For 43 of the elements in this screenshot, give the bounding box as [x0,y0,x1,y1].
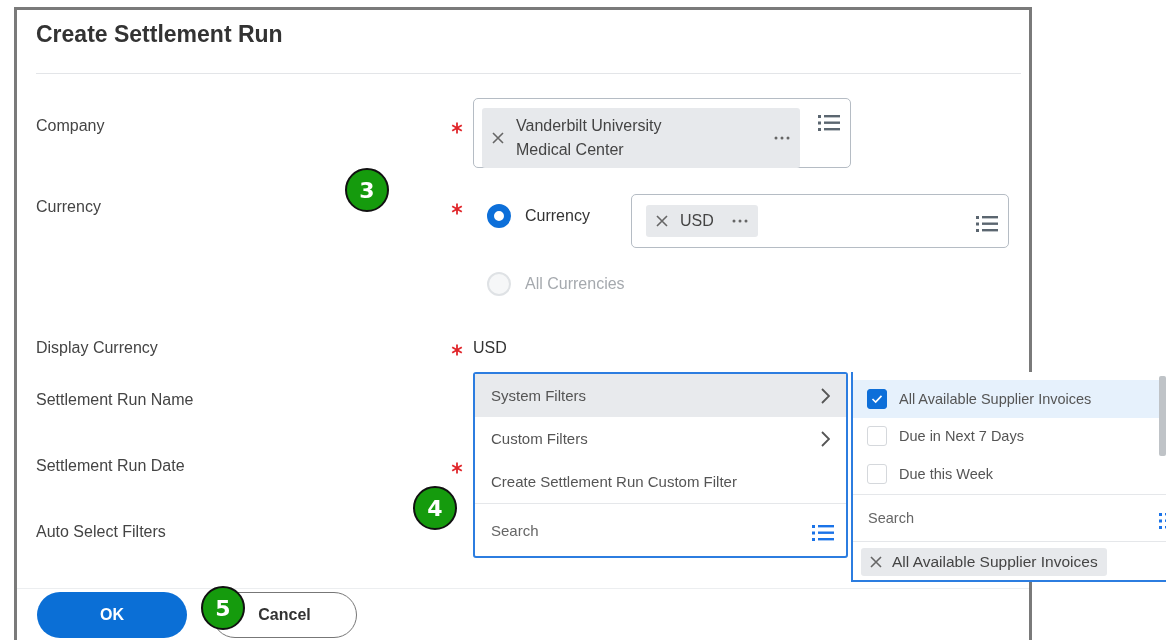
option-label: Due in Next 7 Days [899,428,1024,445]
search-field[interactable]: Search [868,510,1118,526]
field-label: Settlement Run Name [36,390,195,410]
ok-button[interactable]: OK [37,592,187,638]
list-icon[interactable] [976,215,998,233]
menu-item[interactable]: Custom Filters [475,417,846,460]
token-text: USD [680,211,714,231]
chevron-right-icon [820,387,830,404]
currency-field[interactable]: USD [631,194,1009,248]
option-label: All Available Supplier Invoices [899,390,1092,407]
menu-item[interactable]: Create Settlement Run Custom Filter [475,460,846,503]
close-icon[interactable] [656,215,668,227]
scrollbar[interactable] [1159,376,1166,456]
menu-item[interactable]: System Filters [475,374,846,417]
field-value: USD [473,339,507,356]
option-label: Due this Week [899,465,994,482]
selected-token[interactable]: Vanderbilt University Medical Center [482,108,800,168]
company-field[interactable]: Vanderbilt University Medical Center [473,98,851,168]
radio-button[interactable] [487,204,511,228]
close-icon[interactable] [870,556,882,568]
radio-label: All Currencies [525,274,625,294]
step-number-tooltip: 5 [201,586,245,630]
search-field[interactable]: Search [491,521,741,539]
dialog-title: Create Settlement Run [36,20,284,49]
radio-label: Currency [525,206,591,226]
field-label: Currency [36,197,102,217]
field-label: Auto Select Filters [36,522,167,542]
list-icon[interactable] [818,114,840,132]
list-icon[interactable] [812,524,834,542]
more-icon[interactable] [731,219,748,223]
token-text: All Available Supplier Invoices [892,552,1098,572]
field-label: Settlement Run Date [36,456,186,476]
close-icon[interactable] [492,132,504,144]
selected-token[interactable]: USD [646,205,758,237]
token-text: Vanderbilt University Medical Center [516,116,663,160]
step-number-tooltip: 4 [413,486,457,530]
selected-token[interactable]: All Available Supplier Invoices [861,548,1107,576]
step-number-tooltip: 3 [345,168,389,212]
chevron-right-icon [820,430,830,447]
checkbox[interactable] [867,388,887,409]
field-label: Display Currency [36,338,159,358]
field-label: Company [36,116,106,136]
more-icon[interactable] [774,136,790,140]
